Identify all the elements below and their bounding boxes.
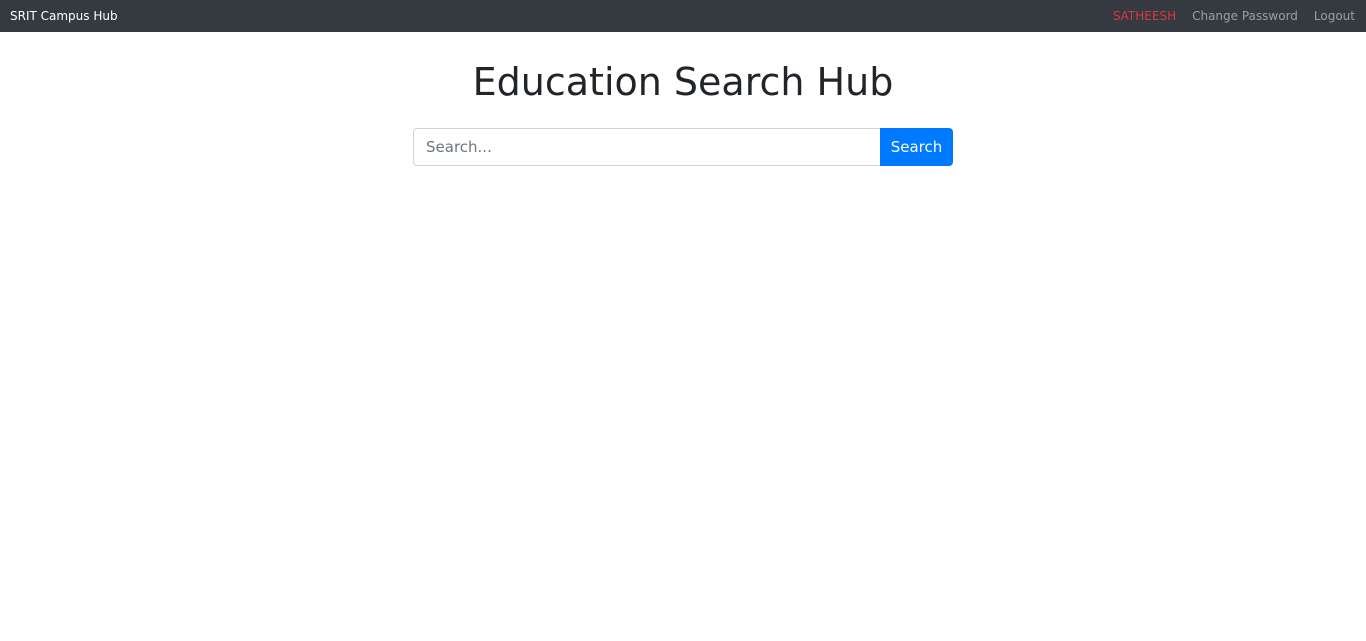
search-button[interactable]: Search	[880, 128, 953, 166]
logout-link[interactable]: Logout	[1314, 9, 1355, 23]
change-password-link[interactable]: Change Password	[1192, 9, 1298, 23]
brand-link[interactable]: SRIT Campus Hub	[10, 9, 118, 23]
search-input[interactable]	[413, 128, 880, 166]
navbar-right: SATHEESH Change Password Logout	[1113, 9, 1356, 23]
top-navbar: SRIT Campus Hub SATHEESH Change Password…	[0, 0, 1366, 32]
search-group: Search	[413, 128, 953, 166]
page-title: Education Search Hub	[472, 60, 894, 104]
username-label: SATHEESH	[1112, 9, 1177, 23]
